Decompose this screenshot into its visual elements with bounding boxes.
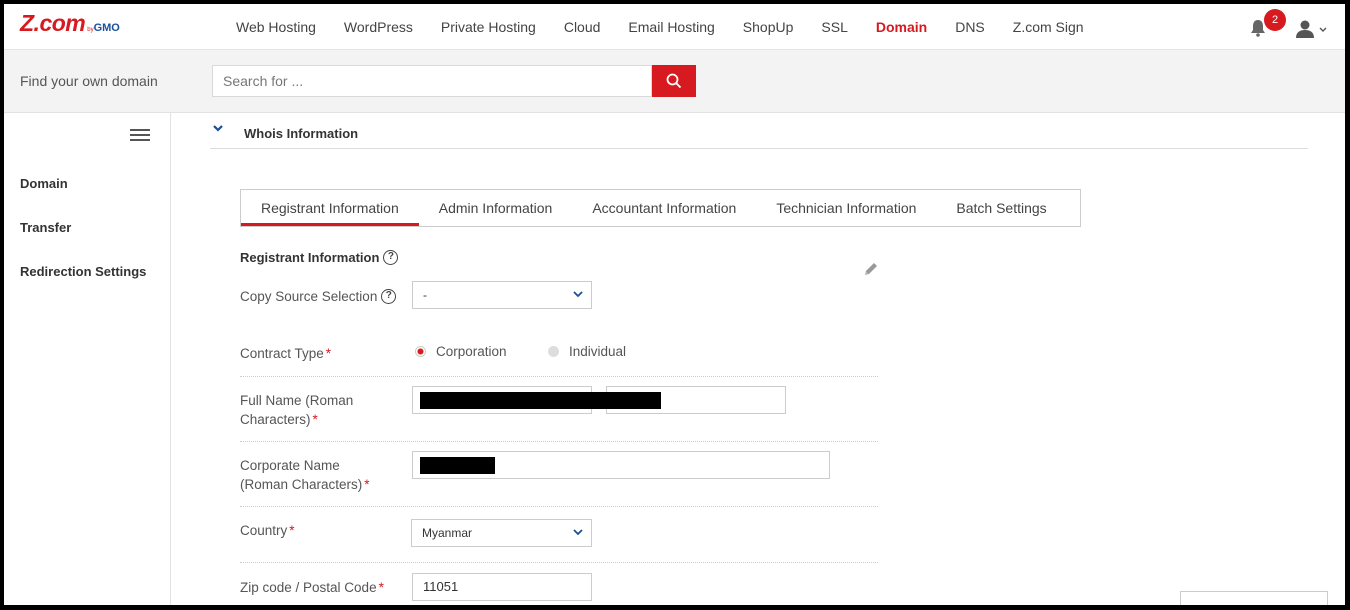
- divider: [240, 562, 878, 563]
- copy-source-select[interactable]: -: [412, 281, 592, 309]
- full-name-label-line1: Full Name (Roman: [240, 393, 354, 408]
- chevron-down-icon: [573, 529, 583, 536]
- radio-individual-label: Individual: [569, 344, 627, 359]
- required-mark: *: [378, 580, 384, 595]
- corporate-name-label-line2: (Roman Characters): [240, 477, 363, 492]
- tab-admin-information[interactable]: Admin Information: [419, 190, 573, 226]
- full-name-label-line2: Characters): [240, 412, 311, 427]
- corporate-name-label-line1: Corporate Name: [240, 458, 340, 473]
- section-title: Whois Information: [244, 126, 359, 141]
- nav-shopup[interactable]: ShopUp: [743, 19, 794, 35]
- whois-tabs: Registrant Information Admin Information…: [240, 189, 1081, 227]
- radio-corporation-label: Corporation: [436, 344, 507, 359]
- zip-label-text: Zip code / Postal Code: [240, 580, 377, 595]
- tab-technician-information[interactable]: Technician Information: [756, 190, 936, 226]
- help-icon[interactable]: ?: [381, 289, 397, 304]
- copy-source-value: -: [423, 288, 427, 302]
- zcom-logo[interactable]: Z.com by GMO: [20, 10, 120, 37]
- divider: [240, 376, 878, 377]
- chevron-down-icon: [213, 125, 223, 132]
- radio-corporation[interactable]: Corporation: [415, 344, 507, 359]
- required-mark: *: [364, 477, 370, 492]
- sidebar-item-domain[interactable]: Domain: [20, 176, 68, 191]
- required-mark: *: [312, 412, 318, 427]
- radio-unchecked-icon: [548, 346, 559, 357]
- nav-domain[interactable]: Domain: [876, 19, 927, 35]
- zip-value: 11051: [423, 579, 459, 594]
- form-title: Registrant Information ?: [240, 250, 399, 265]
- user-menu[interactable]: [1295, 19, 1329, 39]
- app-window: Z.com by GMO Web Hosting WordPress Priva…: [4, 4, 1345, 605]
- hamburger-menu-icon[interactable]: [130, 129, 150, 143]
- nav-ssl[interactable]: SSL: [821, 19, 847, 35]
- copy-source-label-text: Copy Source Selection: [240, 289, 378, 304]
- nav-dns[interactable]: DNS: [955, 19, 985, 35]
- tab-batch-settings[interactable]: Batch Settings: [936, 190, 1066, 226]
- top-navigation: Z.com by GMO Web Hosting WordPress Priva…: [4, 4, 1345, 50]
- country-label-text: Country: [240, 523, 288, 538]
- nav-zcom-sign[interactable]: Z.com Sign: [1013, 19, 1084, 35]
- nav-cloud[interactable]: Cloud: [564, 19, 601, 35]
- copy-source-label: Copy Source Selection ?: [240, 287, 397, 306]
- redacted-block: [420, 392, 661, 409]
- contract-type-label: Contract Type *: [240, 344, 331, 363]
- sidebar-item-redirection-settings[interactable]: Redirection Settings: [20, 264, 146, 279]
- search-button[interactable]: [652, 65, 696, 97]
- logo-gmo: GMO: [93, 22, 120, 34]
- chevron-down-icon: [573, 291, 583, 298]
- search-title: Find your own domain: [20, 73, 158, 89]
- logo-text: Z.com: [20, 10, 86, 36]
- tab-registrant-information[interactable]: Registrant Information: [241, 190, 419, 226]
- redacted-block: [420, 457, 495, 474]
- country-select[interactable]: Myanmar: [411, 519, 592, 547]
- contract-type-label-text: Contract Type: [240, 346, 324, 361]
- country-value: Myanmar: [422, 526, 473, 540]
- main-nav: Web Hosting WordPress Private Hosting Cl…: [222, 4, 1098, 50]
- search-input[interactable]: [212, 65, 652, 97]
- country-label: Country *: [240, 521, 295, 540]
- bottom-floating-button[interactable]: [1180, 591, 1328, 605]
- whois-section-header[interactable]: Whois Information: [210, 113, 1308, 149]
- divider: [240, 441, 878, 442]
- domain-search-bar: Find your own domain: [4, 50, 1345, 113]
- notification-badge[interactable]: 2: [1264, 9, 1286, 31]
- sidebar-item-transfer[interactable]: Transfer: [20, 220, 71, 235]
- nav-wordpress[interactable]: WordPress: [344, 19, 413, 35]
- help-icon[interactable]: ?: [383, 250, 399, 265]
- corporate-name-label: Corporate Name (Roman Characters) *: [240, 456, 370, 494]
- form-title-text: Registrant Information: [240, 250, 380, 265]
- full-name-label: Full Name (Roman Characters) *: [240, 391, 353, 429]
- sidebar: Domain Transfer Redirection Settings: [4, 113, 171, 605]
- nav-web-hosting[interactable]: Web Hosting: [236, 19, 316, 35]
- nav-email-hosting[interactable]: Email Hosting: [628, 19, 714, 35]
- zip-label: Zip code / Postal Code *: [240, 578, 384, 597]
- required-mark: *: [289, 523, 295, 538]
- divider: [240, 506, 878, 507]
- tab-accountant-information[interactable]: Accountant Information: [572, 190, 756, 226]
- radio-individual[interactable]: Individual: [548, 344, 626, 359]
- nav-private-hosting[interactable]: Private Hosting: [441, 19, 536, 35]
- search-icon: [666, 73, 682, 89]
- user-icon: [1296, 20, 1314, 38]
- required-mark: *: [325, 346, 332, 361]
- chevron-down-icon: [1319, 27, 1327, 32]
- radio-checked-icon: [415, 346, 426, 357]
- edit-pencil-icon[interactable]: [862, 260, 880, 278]
- zip-input[interactable]: 11051: [412, 573, 592, 601]
